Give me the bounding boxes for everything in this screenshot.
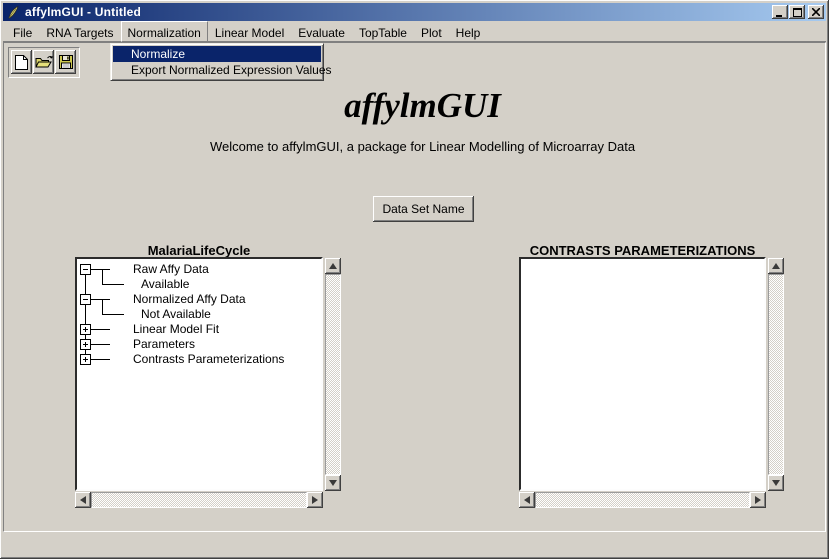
scrollbar-trough[interactable] [535, 492, 750, 508]
tree-node-raw-affy-data[interactable]: Raw Affy Data [133, 262, 209, 277]
tree-connector-line [91, 269, 110, 270]
scroll-right-button[interactable] [750, 492, 766, 508]
window-title: affylmGUI - Untitled [25, 5, 141, 19]
tree-node-linear-model-fit[interactable]: Linear Model Fit [133, 322, 219, 337]
menu-item-toptable[interactable]: TopTable [352, 21, 414, 42]
menu-item-evaluate[interactable]: Evaluate [291, 21, 352, 42]
tree-expand-toggle[interactable] [80, 324, 91, 335]
scroll-left-button[interactable] [75, 492, 91, 508]
title-bar[interactable]: affylmGUI - Untitled [3, 3, 826, 21]
tree-canvas: Raw Affy DataAvailableNormalized Affy Da… [77, 259, 321, 489]
menubar: FileRNA TargetsNormalizationLinear Model… [3, 21, 826, 42]
scroll-down-button[interactable] [768, 475, 784, 491]
left-horizontal-scrollbar[interactable] [75, 492, 323, 508]
maximize-icon [793, 8, 802, 17]
maximize-button[interactable] [789, 5, 805, 19]
right-panel-title: CONTRASTS PARAMETERIZATIONS [519, 243, 766, 258]
scroll-left-button[interactable] [519, 492, 535, 508]
dataset-tree-listbox[interactable]: Raw Affy DataAvailableNormalized Affy Da… [75, 257, 323, 491]
open-folder-icon [35, 54, 53, 70]
tree-node-not-available[interactable]: Not Available [141, 307, 211, 322]
menu-item-normalization[interactable]: Normalization [121, 21, 208, 42]
scroll-up-button[interactable] [768, 258, 784, 274]
tree-node-contrasts-parameterizations[interactable]: Contrasts Parameterizations [133, 352, 284, 367]
scroll-down-button[interactable] [325, 475, 341, 491]
menu-option-export-normalized-expression-values[interactable]: Export Normalized Expression Values [113, 62, 321, 78]
tree-connector-line [91, 359, 110, 360]
left-vertical-scrollbar[interactable] [325, 258, 341, 491]
window-controls [771, 5, 824, 19]
save-icon [58, 54, 74, 70]
menu-option-normalize[interactable]: Normalize [113, 46, 321, 62]
arrow-up-icon [329, 263, 337, 269]
welcome-text: Welcome to affylmGUI, a package for Line… [16, 139, 829, 154]
arrow-down-icon [329, 480, 337, 486]
scrollbar-trough[interactable] [768, 274, 784, 475]
tree-connector-line [102, 284, 124, 285]
new-file-icon [14, 54, 29, 71]
right-vertical-scrollbar[interactable] [768, 258, 784, 491]
open-file-button[interactable] [33, 50, 54, 74]
tree-connector-line [91, 299, 110, 300]
tree-connector-line [91, 329, 110, 330]
tree-expand-toggle[interactable] [80, 354, 91, 365]
tree-connector-line [102, 269, 103, 284]
new-file-button[interactable] [11, 50, 32, 74]
tree-node-available[interactable]: Available [141, 277, 189, 292]
arrow-right-icon [312, 496, 318, 504]
tree-expand-toggle[interactable] [80, 339, 91, 350]
right-horizontal-scrollbar[interactable] [519, 492, 766, 508]
data-set-name-button[interactable]: Data Set Name [373, 196, 474, 222]
menu-item-plot[interactable]: Plot [414, 21, 449, 42]
close-button[interactable] [808, 5, 824, 19]
arrow-down-icon [772, 480, 780, 486]
scrollbar-trough[interactable] [91, 492, 307, 508]
scroll-up-button[interactable] [325, 258, 341, 274]
scrollbar-trough[interactable] [325, 274, 341, 475]
tree-expand-toggle[interactable] [80, 294, 91, 305]
tree-node-normalized-affy-data[interactable]: Normalized Affy Data [133, 292, 246, 307]
app-title: affylmGUI [16, 86, 829, 126]
feather-icon [6, 5, 21, 20]
close-icon [812, 8, 820, 16]
application-window: affylmGUI - Untitled FileRNA TargetsNorm… [0, 0, 829, 559]
arrow-left-icon [80, 496, 86, 504]
tree-connector-line [102, 314, 124, 315]
tree-connector-line [102, 299, 103, 314]
left-panel-title: MalariaLifeCycle [75, 243, 323, 258]
minimize-button[interactable] [772, 5, 788, 19]
minimize-icon [776, 8, 784, 17]
contrasts-listbox[interactable] [519, 257, 766, 491]
tree-expand-toggle[interactable] [80, 264, 91, 275]
tree-connector-line [91, 344, 110, 345]
menu-item-rna-targets[interactable]: RNA Targets [39, 21, 120, 42]
menu-item-help[interactable]: Help [449, 21, 488, 42]
menu-item-file[interactable]: File [6, 21, 39, 42]
arrow-left-icon [524, 496, 530, 504]
normalization-menu: NormalizeExport Normalized Expression Va… [110, 43, 324, 81]
scroll-right-button[interactable] [307, 492, 323, 508]
arrow-up-icon [772, 263, 780, 269]
menu-item-linear-model[interactable]: Linear Model [208, 21, 291, 42]
save-file-button[interactable] [55, 50, 76, 74]
arrow-right-icon [755, 496, 761, 504]
tree-node-parameters[interactable]: Parameters [133, 337, 195, 352]
toolbar [8, 47, 80, 78]
